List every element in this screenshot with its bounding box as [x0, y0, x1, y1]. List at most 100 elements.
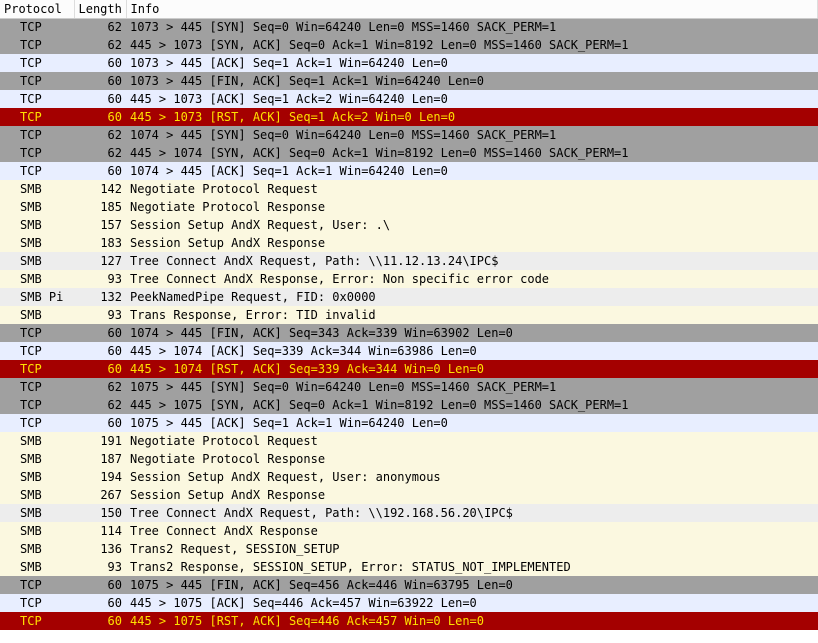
cell-info: Session Setup AndX Response — [126, 234, 818, 252]
packet-row[interactable]: TCP601075 > 445 [ACK] Seq=1 Ack=1 Win=64… — [0, 414, 818, 432]
cell-protocol: SMB — [0, 432, 74, 450]
packet-row[interactable]: SMB93Trans2 Response, SESSION_SETUP, Err… — [0, 558, 818, 576]
cell-length: 132 — [74, 288, 126, 306]
cell-protocol: TCP — [0, 18, 74, 36]
cell-info: Tree Connect AndX Response — [126, 522, 818, 540]
cell-info: Negotiate Protocol Response — [126, 450, 818, 468]
packet-row[interactable]: SMB136Trans2 Request, SESSION_SETUP — [0, 540, 818, 558]
cell-length: 187 — [74, 450, 126, 468]
packet-row[interactable]: SMB114Tree Connect AndX Response — [0, 522, 818, 540]
column-header-length[interactable]: Length — [74, 0, 126, 18]
packet-row[interactable]: SMB187Negotiate Protocol Response — [0, 450, 818, 468]
cell-length: 150 — [74, 504, 126, 522]
column-header-protocol[interactable]: Protocol — [0, 0, 74, 18]
cell-info: Negotiate Protocol Request — [126, 180, 818, 198]
cell-info: 445 > 1073 [ACK] Seq=1 Ack=2 Win=64240 L… — [126, 90, 818, 108]
cell-info: Trans2 Request, SESSION_SETUP — [126, 540, 818, 558]
packet-row[interactable]: SMB194Session Setup AndX Request, User: … — [0, 468, 818, 486]
packet-row[interactable]: SMB93Trans Response, Error: TID invalid — [0, 306, 818, 324]
packet-row[interactable]: TCP621075 > 445 [SYN] Seq=0 Win=64240 Le… — [0, 378, 818, 396]
packet-row[interactable]: TCP621073 > 445 [SYN] Seq=0 Win=64240 Le… — [0, 18, 818, 36]
cell-info: 1073 > 445 [ACK] Seq=1 Ack=1 Win=64240 L… — [126, 54, 818, 72]
cell-protocol: SMB Pi — [0, 288, 74, 306]
cell-length: 60 — [74, 594, 126, 612]
cell-info: Trans Response, Error: TID invalid — [126, 306, 818, 324]
cell-length: 60 — [74, 576, 126, 594]
cell-protocol: SMB — [0, 306, 74, 324]
packet-row[interactable]: TCP60445 > 1074 [RST, ACK] Seq=339 Ack=3… — [0, 360, 818, 378]
cell-length: 62 — [74, 396, 126, 414]
column-header-row: Protocol Length Info — [0, 0, 818, 18]
packet-row[interactable]: TCP601074 > 445 [ACK] Seq=1 Ack=1 Win=64… — [0, 162, 818, 180]
packet-row[interactable]: SMB191Negotiate Protocol Request — [0, 432, 818, 450]
cell-length: 114 — [74, 522, 126, 540]
cell-protocol: SMB — [0, 198, 74, 216]
cell-protocol: SMB — [0, 234, 74, 252]
packet-row[interactable]: TCP60445 > 1075 [ACK] Seq=446 Ack=457 Wi… — [0, 594, 818, 612]
packet-row[interactable]: SMB150Tree Connect AndX Request, Path: \… — [0, 504, 818, 522]
packet-row[interactable]: SMB93Tree Connect AndX Response, Error: … — [0, 270, 818, 288]
cell-length: 60 — [74, 90, 126, 108]
cell-protocol: SMB — [0, 252, 74, 270]
packet-row[interactable]: SMB Pi132PeekNamedPipe Request, FID: 0x0… — [0, 288, 818, 306]
packet-row[interactable]: TCP601073 > 445 [ACK] Seq=1 Ack=1 Win=64… — [0, 54, 818, 72]
cell-protocol: TCP — [0, 612, 74, 630]
cell-info: Negotiate Protocol Response — [126, 198, 818, 216]
cell-length: 60 — [74, 72, 126, 90]
packet-row[interactable]: TCP601075 > 445 [FIN, ACK] Seq=456 Ack=4… — [0, 576, 818, 594]
packet-row[interactable]: SMB127Tree Connect AndX Request, Path: \… — [0, 252, 818, 270]
cell-length: 93 — [74, 306, 126, 324]
packet-row[interactable]: SMB142Negotiate Protocol Request — [0, 180, 818, 198]
cell-length: 194 — [74, 468, 126, 486]
packet-row[interactable]: TCP62445 > 1074 [SYN, ACK] Seq=0 Ack=1 W… — [0, 144, 818, 162]
cell-info: Tree Connect AndX Response, Error: Non s… — [126, 270, 818, 288]
column-header-info[interactable]: Info — [126, 0, 818, 18]
cell-info: 445 > 1074 [RST, ACK] Seq=339 Ack=344 Wi… — [126, 360, 818, 378]
cell-info: Trans2 Response, SESSION_SETUP, Error: S… — [126, 558, 818, 576]
cell-length: 62 — [74, 18, 126, 36]
cell-info: 1073 > 445 [SYN] Seq=0 Win=64240 Len=0 M… — [126, 18, 818, 36]
packet-row[interactable]: TCP601073 > 445 [FIN, ACK] Seq=1 Ack=1 W… — [0, 72, 818, 90]
cell-length: 60 — [74, 108, 126, 126]
cell-protocol: TCP — [0, 360, 74, 378]
cell-length: 93 — [74, 270, 126, 288]
packet-row[interactable]: TCP601074 > 445 [FIN, ACK] Seq=343 Ack=3… — [0, 324, 818, 342]
cell-protocol: SMB — [0, 486, 74, 504]
packet-row[interactable]: SMB157Session Setup AndX Request, User: … — [0, 216, 818, 234]
cell-protocol: SMB — [0, 504, 74, 522]
cell-length: 191 — [74, 432, 126, 450]
cell-length: 142 — [74, 180, 126, 198]
packet-row[interactable]: TCP62445 > 1073 [SYN, ACK] Seq=0 Ack=1 W… — [0, 36, 818, 54]
cell-length: 62 — [74, 144, 126, 162]
cell-protocol: TCP — [0, 162, 74, 180]
cell-length: 60 — [74, 162, 126, 180]
packet-row[interactable]: TCP60445 > 1074 [ACK] Seq=339 Ack=344 Wi… — [0, 342, 818, 360]
packet-row[interactable]: TCP60445 > 1075 [RST, ACK] Seq=446 Ack=4… — [0, 612, 818, 630]
cell-info: 445 > 1075 [ACK] Seq=446 Ack=457 Win=639… — [126, 594, 818, 612]
packet-row[interactable]: TCP60445 > 1073 [ACK] Seq=1 Ack=2 Win=64… — [0, 90, 818, 108]
packet-row[interactable]: TCP62445 > 1075 [SYN, ACK] Seq=0 Ack=1 W… — [0, 396, 818, 414]
cell-protocol: SMB — [0, 558, 74, 576]
cell-info: 445 > 1075 [SYN, ACK] Seq=0 Ack=1 Win=81… — [126, 396, 818, 414]
packet-row[interactable]: SMB185Negotiate Protocol Response — [0, 198, 818, 216]
cell-protocol: SMB — [0, 540, 74, 558]
cell-protocol: TCP — [0, 378, 74, 396]
packet-row[interactable]: SMB267Session Setup AndX Response — [0, 486, 818, 504]
cell-info: 445 > 1074 [SYN, ACK] Seq=0 Ack=1 Win=81… — [126, 144, 818, 162]
cell-protocol: SMB — [0, 468, 74, 486]
cell-info: 1074 > 445 [ACK] Seq=1 Ack=1 Win=64240 L… — [126, 162, 818, 180]
cell-info: 445 > 1073 [RST, ACK] Seq=1 Ack=2 Win=0 … — [126, 108, 818, 126]
packet-row[interactable]: TCP621074 > 445 [SYN] Seq=0 Win=64240 Le… — [0, 126, 818, 144]
cell-info: Tree Connect AndX Request, Path: \\192.1… — [126, 504, 818, 522]
cell-protocol: TCP — [0, 144, 74, 162]
cell-length: 93 — [74, 558, 126, 576]
cell-length: 136 — [74, 540, 126, 558]
packet-row[interactable]: SMB183Session Setup AndX Response — [0, 234, 818, 252]
cell-protocol: TCP — [0, 36, 74, 54]
cell-info: 1074 > 445 [SYN] Seq=0 Win=64240 Len=0 M… — [126, 126, 818, 144]
packet-row[interactable]: TCP60445 > 1073 [RST, ACK] Seq=1 Ack=2 W… — [0, 108, 818, 126]
cell-protocol: TCP — [0, 342, 74, 360]
packet-list-table: Protocol Length Info TCP621073 > 445 [SY… — [0, 0, 818, 630]
cell-protocol: TCP — [0, 396, 74, 414]
cell-info: 1075 > 445 [SYN] Seq=0 Win=64240 Len=0 M… — [126, 378, 818, 396]
